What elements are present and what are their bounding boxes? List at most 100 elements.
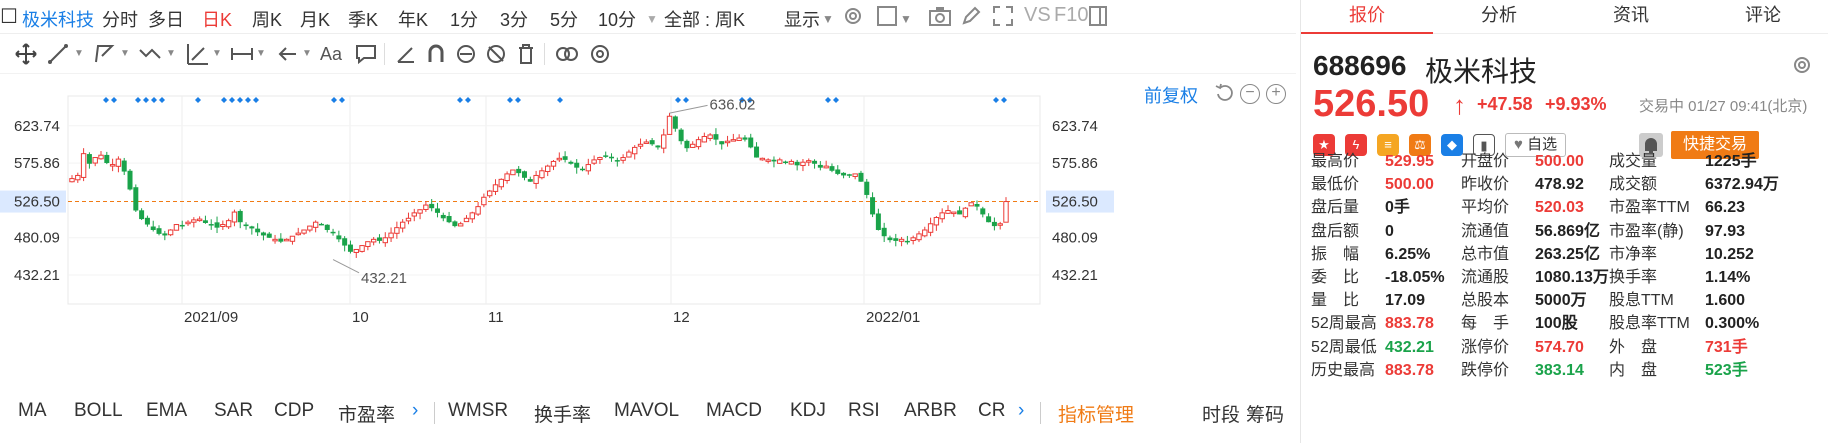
angle-tool-icon[interactable] — [394, 42, 418, 66]
f10-button[interactable]: F10 — [1054, 4, 1088, 27]
candle-body — [133, 187, 139, 211]
indicator-tab-cdp[interactable]: CDP — [274, 400, 314, 422]
arrow-left-icon[interactable] — [276, 42, 300, 66]
timeshare-button[interactable]: 时段 — [1202, 400, 1240, 427]
indicator-tab-ema[interactable]: EMA — [146, 400, 187, 422]
divider — [434, 402, 435, 424]
move-icon[interactable] — [14, 42, 38, 66]
measure-tool-icon[interactable] — [186, 42, 210, 66]
stock-name-link[interactable]: 极米科技 — [22, 6, 94, 32]
checkbox-icon[interactable]: ☐ — [0, 4, 18, 29]
event-marker-icon — [331, 97, 337, 103]
camera-icon[interactable] — [928, 5, 952, 32]
candle-body — [719, 141, 725, 145]
period-1min[interactable]: 1分 — [450, 6, 478, 32]
wave-tool-icon[interactable] — [138, 42, 162, 66]
indicator-tab-kdj[interactable]: KDJ — [790, 400, 826, 422]
event-marker-icon — [143, 97, 149, 103]
quote-label: 股息TTM — [1609, 292, 1674, 310]
chevron-down-icon[interactable]: ▼ — [212, 42, 222, 66]
vs-button[interactable]: VS — [1024, 4, 1051, 27]
quote-value: 432.21 — [1385, 338, 1434, 356]
tab-quote[interactable]: 报价 — [1301, 0, 1433, 34]
font-tool[interactable]: Aa — [320, 42, 342, 66]
indicator-tab-macd[interactable]: MACD — [706, 400, 762, 422]
settings-icon[interactable] — [588, 42, 612, 66]
comment-icon[interactable] — [354, 42, 378, 66]
chevron-down-icon[interactable]: ▼ — [646, 12, 658, 26]
candle-body — [562, 156, 568, 160]
indicator-tab-rsi[interactable]: RSI — [848, 400, 880, 422]
indicator-tab-ma[interactable]: MA — [18, 400, 47, 422]
period-3min[interactable]: 3分 — [500, 6, 528, 32]
lock-cycle-icon[interactable] — [454, 42, 478, 66]
candle-body — [86, 154, 92, 164]
candle-body — [545, 165, 551, 173]
tag-icon[interactable]: ◆ — [1441, 134, 1463, 156]
candle-body — [208, 224, 214, 226]
line-tool-icon[interactable] — [46, 42, 70, 66]
polyline-tool-icon[interactable] — [92, 42, 116, 66]
indicator-tabs: MA BOLL EMA SAR CDP 市盈率 › WMSR 换手率 MAVOL… — [0, 396, 1296, 430]
quote-label: 历史最高 — [1311, 361, 1376, 379]
period-daily[interactable]: 日K — [202, 6, 232, 32]
chevron-down-icon[interactable]: ▼ — [900, 12, 912, 26]
period-monthly[interactable]: 月K — [300, 6, 330, 32]
all-weekly-select[interactable]: 全部 : 周K — [664, 6, 745, 32]
stock-code: 688696 — [1313, 50, 1407, 81]
indicator-tab-cr[interactable]: CR — [978, 400, 1005, 422]
fullscreen-icon[interactable] — [992, 5, 1014, 32]
chevron-down-icon[interactable]: ▼ — [302, 42, 312, 66]
x-tick-label: 2021/09 — [184, 309, 238, 326]
trash-icon[interactable] — [514, 42, 538, 66]
square-icon[interactable] — [876, 5, 898, 32]
gear-icon[interactable] — [842, 5, 864, 32]
candle-body — [521, 171, 527, 178]
candle-body — [875, 213, 881, 230]
hide-icon[interactable] — [484, 42, 508, 66]
indicator-tab-arbr[interactable]: ARBR — [904, 400, 957, 422]
chevron-right-icon[interactable]: › — [1018, 400, 1024, 422]
candle-body — [858, 172, 864, 182]
candlestick-chart[interactable]: 2021/09 10 11 12 2022/01 623.74 623.74 575.86 57… — [0, 90, 1296, 390]
indicator-manage[interactable]: 指标管理 — [1058, 400, 1134, 427]
magnet-icon[interactable] — [424, 42, 448, 66]
candle-body — [144, 217, 150, 225]
indicator-tab-pe[interactable]: 市盈率 — [338, 400, 395, 427]
tab-news[interactable]: 资讯 — [1565, 0, 1697, 34]
range-tool-icon[interactable] — [230, 42, 254, 66]
chevron-down-icon[interactable]: ▼ — [120, 42, 130, 66]
chips-button[interactable]: 筹码 — [1246, 400, 1284, 427]
tab-comments[interactable]: 评论 — [1697, 0, 1828, 34]
period-weekly[interactable]: 周K — [252, 6, 282, 32]
indicator-tab-mavol[interactable]: MAVOL — [614, 400, 679, 422]
period-10min[interactable]: 10分 — [598, 6, 636, 32]
event-marker-icon — [237, 97, 243, 103]
period-5min[interactable]: 5分 — [550, 6, 578, 32]
candle-body — [446, 216, 452, 223]
compare-icon[interactable] — [554, 42, 580, 66]
indicator-tab-sar[interactable]: SAR — [214, 400, 253, 422]
chevron-down-icon[interactable]: ▼ — [256, 42, 266, 66]
event-marker-icon — [833, 97, 839, 103]
indicator-tab-boll[interactable]: BOLL — [74, 400, 123, 422]
settings-icon[interactable] — [1791, 54, 1813, 81]
chevron-down-icon[interactable]: ▼ — [166, 42, 176, 66]
chevron-right-icon[interactable]: › — [412, 400, 418, 422]
quote-value: 500.00 — [1385, 176, 1434, 194]
candle-body — [220, 224, 226, 227]
chevron-down-icon[interactable]: ▼ — [822, 12, 834, 26]
display-menu[interactable]: 显示 — [784, 6, 820, 32]
period-timeshare[interactable]: 分时 — [102, 6, 138, 32]
indicator-tab-wmsr[interactable]: WMSR — [448, 400, 508, 422]
period-multiday[interactable]: 多日 — [148, 6, 184, 32]
tab-analysis[interactable]: 分析 — [1433, 0, 1565, 34]
panel-toggle-icon[interactable] — [1088, 5, 1108, 32]
candle-body — [295, 232, 301, 236]
candle-body — [910, 237, 916, 241]
period-yearly[interactable]: 年K — [398, 6, 428, 32]
pencil-icon[interactable] — [960, 5, 982, 32]
chevron-down-icon[interactable]: ▼ — [74, 42, 84, 66]
period-quarterly[interactable]: 季K — [348, 6, 378, 32]
indicator-tab-turnover[interactable]: 换手率 — [534, 400, 591, 427]
